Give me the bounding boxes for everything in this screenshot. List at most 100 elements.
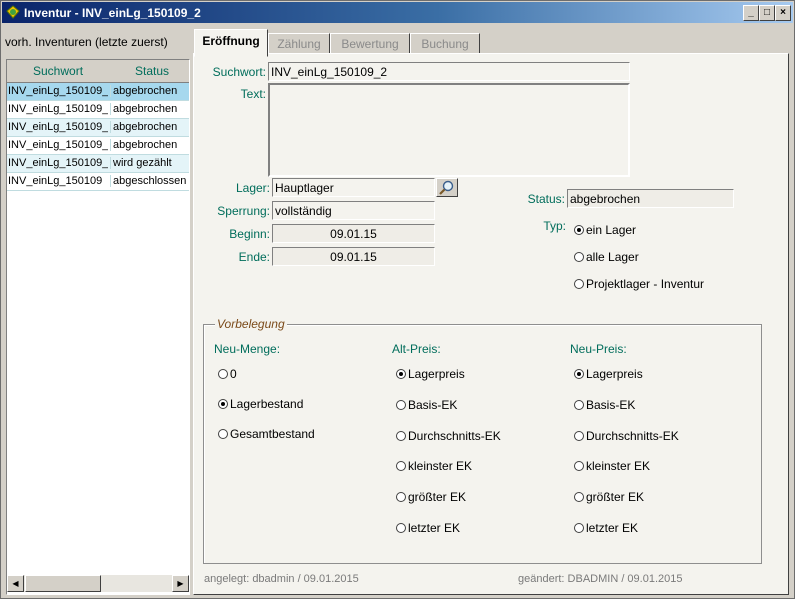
radio-unchecked-icon[interactable] [396, 523, 406, 533]
row-suchwort: INV_einLg_150109_4 [8, 121, 108, 133]
radio-label: größter EK [408, 490, 467, 505]
neu-menge-radio[interactable]: 0 [218, 367, 237, 381]
typ-radio-option[interactable]: alle Lager [574, 250, 639, 264]
radio-label: größter EK [586, 490, 645, 505]
alt-preis-radio[interactable]: Basis-EK [396, 398, 457, 412]
title-bar[interactable]: Inventur - INV_einLg_150109_2 _ □ × [2, 2, 793, 23]
table-row[interactable]: INV_einLg_150109_5 abgebrochen [7, 137, 189, 155]
alt-preis-radio[interactable]: Durchschnitts-EK [396, 429, 501, 443]
text-area[interactable] [268, 83, 630, 177]
radio-label: letzter EK [586, 521, 639, 535]
ende-field[interactable]: 09.01.15 [272, 247, 435, 266]
neu-preis-radio[interactable]: Basis-EK [574, 398, 635, 412]
table-row[interactable]: INV_einLg_150109_4 abgebrochen [7, 119, 189, 137]
radio-unchecked-icon[interactable] [574, 252, 584, 262]
row-suchwort: INV_einLg_150109 [8, 175, 103, 187]
radio-label: kleinster EK [586, 459, 651, 474]
radio-unchecked-icon[interactable] [574, 523, 584, 533]
horizontal-scrollbar[interactable]: ◀ ▶ [7, 575, 189, 592]
row-suchwort: INV_einLg_150109_2 [8, 85, 108, 97]
neu-preis-radio[interactable]: kleinster EK [574, 459, 650, 473]
suchwort-field[interactable]: INV_einLg_150109_2 [268, 62, 630, 81]
radio-unchecked-icon[interactable] [574, 492, 584, 503]
radio-unchecked-icon[interactable] [396, 399, 406, 410]
close-button[interactable]: × [775, 5, 791, 21]
table-row[interactable]: INV_einLg_150109_2 abgebrochen [7, 83, 189, 101]
row-status: abgebrochen [110, 121, 191, 133]
row-suchwort: INV_einLg_150109_6 [8, 157, 108, 169]
radio-unchecked-icon[interactable] [218, 369, 228, 379]
radio-label: Lagerbestand [230, 397, 304, 411]
row-status: abgebrochen [110, 139, 191, 151]
sperrung-label: Sperrung: [217, 204, 270, 218]
radio-unchecked-icon[interactable] [396, 430, 406, 441]
typ-label: Typ: [543, 219, 566, 233]
status-label: Status: [527, 192, 565, 206]
lager-search-button[interactable] [436, 178, 458, 197]
radio-label: Gesamtbestand [230, 427, 315, 441]
radio-unchecked-icon[interactable] [218, 429, 228, 439]
radio-label: Basis-EK [408, 397, 458, 412]
table-row[interactable]: INV_einLg_150109_6 wird gezählt [7, 155, 189, 173]
radio-unchecked-icon[interactable] [574, 430, 584, 441]
column-status[interactable]: Status [135, 64, 169, 78]
alt-preis-radio[interactable]: Lagerpreis [396, 367, 465, 381]
changed-info: geändert: DBADMIN / 09.01.2015 [518, 573, 683, 585]
row-suchwort: INV_einLg_150109_5 [8, 139, 108, 151]
neu-preis-header: Neu-Preis: [570, 342, 627, 356]
row-status: abgeschlossen [110, 175, 191, 187]
scroll-thumb[interactable] [25, 575, 101, 592]
typ-radio-option[interactable]: ein Lager [574, 223, 636, 237]
scroll-right-arrow-icon[interactable]: ▶ [172, 575, 189, 592]
radio-label: Projektlager - Inventur [586, 277, 705, 291]
row-suchwort: INV_einLg_150109_3 [8, 103, 108, 115]
beginn-label: Beginn: [229, 227, 270, 241]
radio-checked-icon[interactable] [396, 369, 406, 379]
table-row[interactable]: INV_einLg_150109_3 abgebrochen [7, 101, 189, 119]
row-status: abgebrochen [110, 85, 191, 97]
text-label: Text: [240, 87, 266, 101]
ende-label: Ende: [238, 250, 270, 264]
table-row[interactable]: INV_einLg_150109 abgeschlossen [7, 173, 189, 191]
radio-unchecked-icon[interactable] [574, 461, 584, 472]
neu-preis-radio[interactable]: letzter EK [574, 521, 638, 535]
radio-unchecked-icon[interactable] [396, 461, 406, 472]
minimize-button[interactable]: _ [743, 5, 759, 21]
typ-radio-option[interactable]: Projektlager - Inventur [574, 277, 704, 291]
app-icon [6, 5, 20, 19]
neu-menge-header: Neu-Menge: [214, 342, 281, 356]
radio-checked-icon[interactable] [574, 369, 584, 379]
alt-preis-header: Alt-Preis: [392, 342, 441, 356]
status-field: abgebrochen [567, 189, 734, 208]
neu-preis-radio[interactable]: größter EK [574, 490, 644, 504]
window-title: Inventur - INV_einLg_150109_2 [24, 6, 201, 20]
radio-checked-icon[interactable] [574, 225, 584, 235]
radio-label: 0 [230, 367, 237, 381]
radio-unchecked-icon[interactable] [396, 492, 406, 503]
radio-label: ein Lager [586, 223, 637, 237]
neu-menge-radio[interactable]: Gesamtbestand [218, 427, 315, 441]
lager-field[interactable]: Hauptlager [272, 178, 435, 197]
inventory-list[interactable]: Suchwort Status INV_einLg_150109_2 abgebr… [6, 59, 190, 595]
neu-preis-radio[interactable]: Lagerpreis [574, 367, 643, 381]
column-suchwort[interactable]: Suchwort [33, 64, 83, 78]
created-info: angelegt: dbadmin / 09.01.2015 [204, 573, 359, 585]
alt-preis-radio[interactable]: größter EK [396, 490, 466, 504]
radio-unchecked-icon[interactable] [574, 279, 584, 289]
neu-preis-radio[interactable]: Durchschnitts-EK [574, 429, 679, 443]
neu-menge-radio[interactable]: Lagerbestand [218, 397, 303, 411]
scroll-left-arrow-icon[interactable]: ◀ [7, 575, 24, 592]
maximize-button[interactable]: □ [759, 5, 775, 21]
alt-preis-radio[interactable]: kleinster EK [396, 459, 472, 473]
radio-label: Lagerpreis [586, 367, 643, 381]
radio-label: Lagerpreis [408, 367, 465, 381]
sperrung-field[interactable]: vollständig [272, 201, 435, 220]
radio-unchecked-icon[interactable] [574, 399, 584, 410]
radio-label: Durchschnitts-EK [408, 428, 501, 443]
row-status: wird gezählt [110, 157, 191, 169]
alt-preis-radio[interactable]: letzter EK [396, 521, 460, 535]
vorbelegung-legend: Vorbelegung [215, 317, 287, 331]
beginn-field[interactable]: 09.01.15 [272, 224, 435, 243]
tab-eroeffnung[interactable]: Eröffnung [194, 29, 268, 57]
radio-checked-icon[interactable] [218, 399, 228, 409]
